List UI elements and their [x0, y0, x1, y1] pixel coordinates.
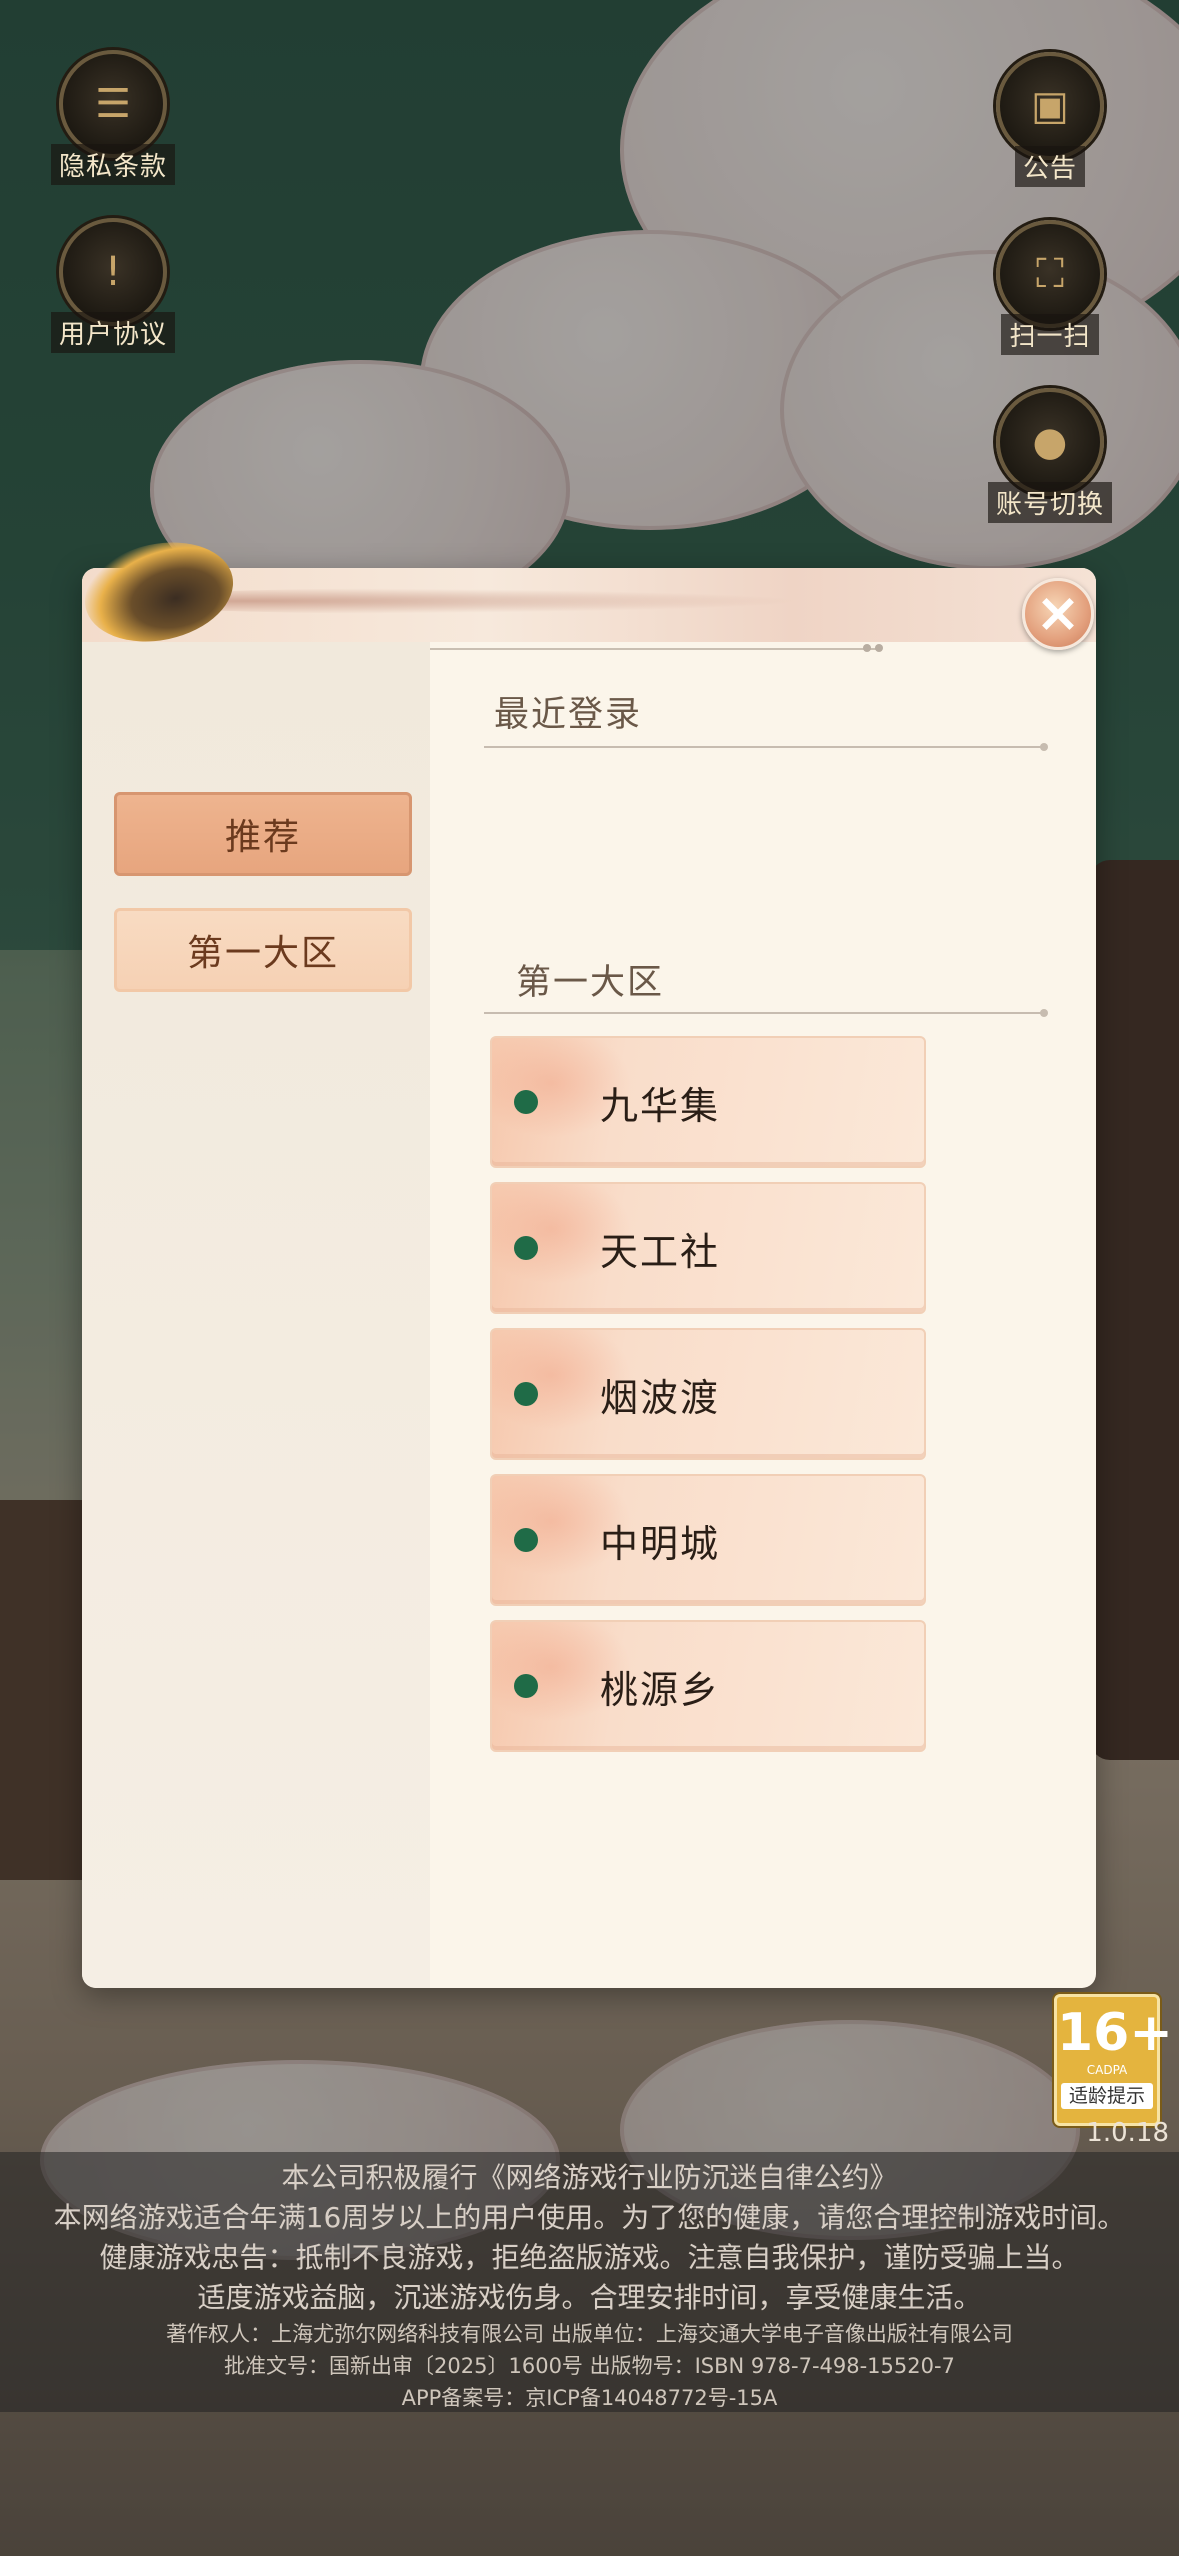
- server-name: 烟波渡: [600, 1375, 721, 1420]
- close-button[interactable]: ×: [1022, 578, 1094, 650]
- server-item[interactable]: 烟波渡: [490, 1328, 926, 1460]
- server-name: 桃源乡: [600, 1667, 721, 1712]
- region-title: 第一大区: [516, 963, 665, 1003]
- age-rating-org: CADPA: [1086, 2063, 1128, 2077]
- user-agreement-label: 用户协议: [50, 312, 175, 353]
- recent-login-title: 最近登录: [494, 695, 643, 735]
- server-status-dot: [514, 1236, 538, 1260]
- scroll-icon: ▣: [996, 52, 1104, 160]
- server-select-dialog: 推荐 第一大区 最近登录 第一大区 九华集 天工社 烟波渡 中明城 桃源乡: [82, 568, 1096, 1988]
- close-icon: ×: [1035, 580, 1081, 644]
- notice-line: 本公司积极履行《网络游戏行业防沉迷自律公约》: [281, 2161, 898, 2194]
- sidebar-item-label: 推荐: [224, 817, 301, 858]
- scan-button[interactable]: ⛶ 扫一扫: [985, 220, 1115, 355]
- notice-line: 本网络游戏适合年满16周岁以上的用户使用。为了您的健康，请您合理控制游戏时间。: [53, 2201, 1126, 2234]
- scan-frame-icon: ⛶: [996, 220, 1104, 328]
- notice-line: 健康游戏忠告：抵制不良游戏，拒绝盗版游戏。注意自我保护，谨防受骗上当。: [99, 2241, 1080, 2274]
- server-name: 中明城: [600, 1521, 721, 1566]
- sidebar-item-label: 第一大区: [186, 933, 339, 974]
- copyright-line: 著作权人：上海尤弥尔网络科技有限公司 出版单位：上海交通大学电子音像出版社有限公…: [166, 2322, 1013, 2346]
- notice-line: 适度游戏益脑，沉迷游戏伤身。合理安排时间，享受健康生活。: [197, 2281, 982, 2314]
- scan-label: 扫一扫: [1001, 314, 1099, 355]
- region-divider: [484, 1009, 1048, 1017]
- server-status-dot: [514, 1674, 538, 1698]
- server-item[interactable]: 桃源乡: [490, 1620, 926, 1752]
- age-rating-tip: 适龄提示: [1061, 2083, 1153, 2109]
- approval-line: 批准文号：国新出审〔2025〕1600号 出版物号：ISBN 978-7-498…: [224, 2354, 955, 2378]
- server-status-dot: [514, 1382, 538, 1406]
- age-rating-number: 16+: [1057, 2003, 1173, 2063]
- privacy-button[interactable]: ☰ 隐私条款: [48, 50, 178, 185]
- announcement-button[interactable]: ▣ 公告: [985, 52, 1115, 187]
- server-status-dot: [514, 1090, 538, 1114]
- sidebar-item-region-1[interactable]: 第一大区: [114, 908, 412, 992]
- server-name: 九华集: [600, 1083, 721, 1128]
- exclamation-book-icon: !: [59, 218, 167, 326]
- server-item[interactable]: 九华集: [490, 1036, 926, 1168]
- privacy-label: 隐私条款: [50, 144, 175, 185]
- switch-account-label: 账号切换: [987, 482, 1112, 523]
- server-item[interactable]: 中明城: [490, 1474, 926, 1606]
- user-icon: ●: [996, 388, 1104, 496]
- server-status-dot: [514, 1528, 538, 1552]
- recent-login-divider: [484, 743, 1048, 751]
- server-item[interactable]: 天工社: [490, 1182, 926, 1314]
- announcement-label: 公告: [1014, 146, 1085, 187]
- sidebar-item-recommend[interactable]: 推荐: [114, 792, 412, 876]
- divider-dot: [875, 644, 883, 652]
- age-rating-badge[interactable]: 16+ CADPA 适龄提示: [1054, 1994, 1173, 2126]
- divider-dot: [863, 644, 871, 652]
- health-notice: 本公司积极履行《网络游戏行业防沉迷自律公约》 本网络游戏适合年满16周岁以上的用…: [0, 2152, 1179, 2412]
- dialog-header: [82, 568, 1096, 642]
- category-sidebar: 推荐 第一大区: [82, 642, 430, 1988]
- icp-line: APP备案号：京ICP备14048772号-15A: [401, 2386, 778, 2410]
- version-label: 1.0.18: [1086, 2118, 1169, 2148]
- server-name: 天工社: [600, 1229, 721, 1274]
- switch-account-button[interactable]: ● 账号切换: [985, 388, 1115, 523]
- user-agreement-button[interactable]: ! 用户协议: [48, 218, 178, 353]
- scroll-list-icon: ☰: [59, 50, 167, 158]
